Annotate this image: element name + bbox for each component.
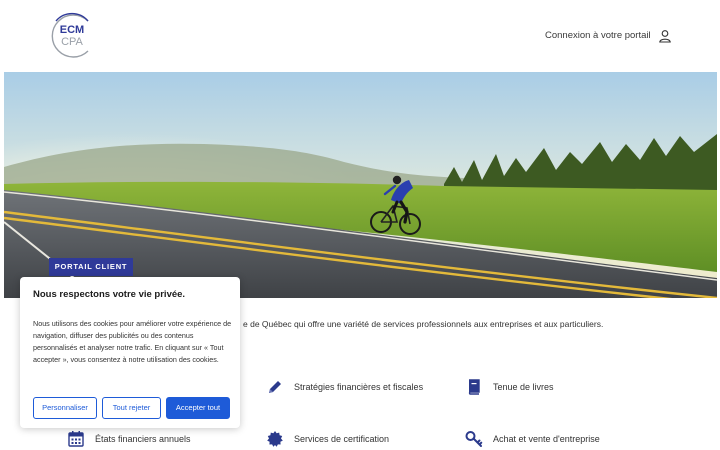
accept-all-button[interactable]: Accepter tout <box>166 397 230 419</box>
logo-cpa-text: CPA <box>61 36 83 48</box>
service-bookkeeping[interactable]: Tenue de livres <box>465 377 554 397</box>
ecm-cpa-logo[interactable]: ECM CPA <box>48 12 96 60</box>
site-header: ECM CPA Connexion à votre portail <box>0 0 720 72</box>
cookie-button-row: Personnaliser Tout rejeter Accepter tout <box>33 397 230 419</box>
service-business-sale[interactable]: Achat et vente d'entreprise <box>465 429 600 449</box>
service-financial-statements[interactable]: États financiers annuels <box>67 429 191 449</box>
service-label: Tenue de livres <box>493 382 554 392</box>
portal-login-link[interactable]: Connexion à votre portail <box>545 30 651 41</box>
cookie-body: Nous utilisons des cookies pour améliore… <box>33 319 232 364</box>
service-label: Achat et vente d'entreprise <box>493 434 600 444</box>
reject-all-button[interactable]: Tout rejeter <box>102 397 161 419</box>
service-label: Stratégies financières et fiscales <box>294 382 424 392</box>
service-label: Services de certification <box>294 434 390 444</box>
pencil-icon <box>266 378 284 396</box>
book-icon <box>465 378 483 396</box>
cookie-title: Nous respectons votre vie privée. <box>33 289 186 300</box>
portal-client-badge[interactable]: PORTAIL CLIENT <box>49 258 133 276</box>
certificate-icon <box>266 430 284 448</box>
service-label: États financiers annuels <box>95 434 191 444</box>
customize-button[interactable]: Personnaliser <box>33 397 97 419</box>
logo-ecm-text: ECM <box>60 24 84 36</box>
key-icon <box>465 430 483 448</box>
user-icon[interactable] <box>658 29 672 43</box>
cookie-consent-dialog: Nous respectons votre vie privée. Nous u… <box>20 277 240 428</box>
calendar-icon <box>67 430 85 448</box>
intro-text: e de Québec qui offre une variété de ser… <box>243 319 604 329</box>
service-strategies[interactable]: Stratégies financières et fiscales <box>266 377 423 397</box>
service-certification[interactable]: Services de certification <box>266 429 389 449</box>
